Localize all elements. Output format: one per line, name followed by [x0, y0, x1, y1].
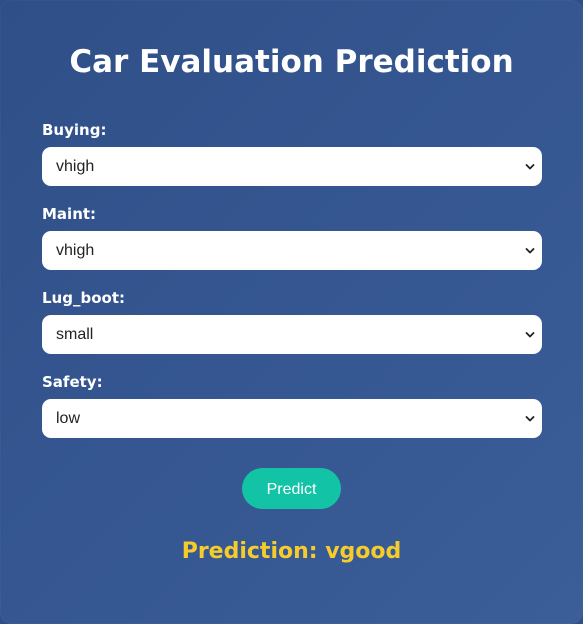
buying-select[interactable]: vhigh: [42, 147, 542, 186]
lug-boot-select-value: small: [56, 326, 94, 343]
prediction-card: Car Evaluation Prediction Buying: vhigh …: [0, 0, 583, 624]
maint-label: Maint:: [42, 205, 97, 223]
chevron-down-icon: [525, 332, 535, 338]
chevron-down-icon: [525, 416, 535, 422]
prediction-result: Prediction: vgood: [181, 539, 402, 564]
buying-select-value: vhigh: [56, 158, 95, 175]
predict-button[interactable]: Predict: [242, 468, 341, 509]
maint-select-value: vhigh: [56, 242, 95, 259]
safety-select[interactable]: low: [42, 399, 542, 438]
safety-label: Safety:: [42, 373, 103, 391]
buying-label: Buying:: [42, 121, 107, 139]
safety-select-value: low: [56, 410, 81, 427]
lug-boot-select[interactable]: small: [42, 315, 542, 354]
page-title: Car Evaluation Prediction: [69, 44, 514, 80]
maint-select[interactable]: vhigh: [42, 231, 542, 270]
lug-boot-label: Lug_boot:: [42, 289, 125, 307]
chevron-down-icon: [525, 248, 535, 254]
chevron-down-icon: [525, 164, 535, 170]
